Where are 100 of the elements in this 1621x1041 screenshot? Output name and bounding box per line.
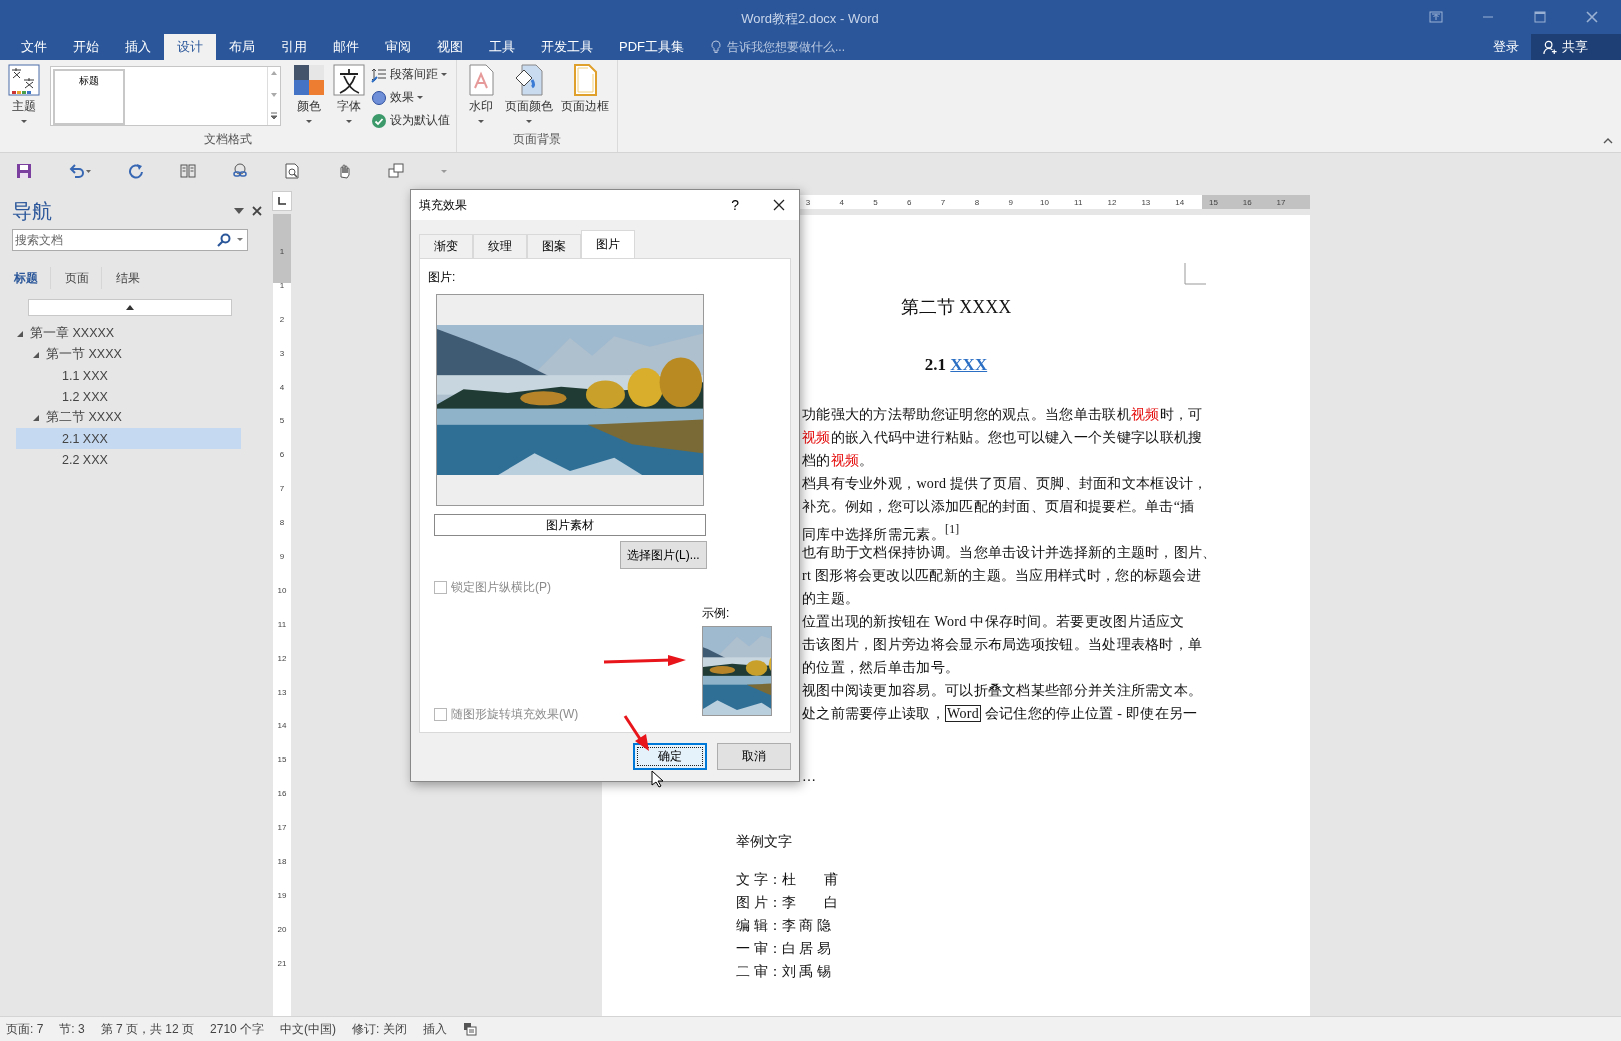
dropdown-icon[interactable]	[234, 206, 244, 216]
collapse-arrow-icon[interactable]	[16, 329, 24, 338]
print-preview-icon[interactable]	[284, 163, 300, 179]
heading-item[interactable]: 1.1 XXX	[16, 365, 241, 386]
pane-tab[interactable]: 标题	[12, 267, 51, 289]
body-text: 视频	[830, 453, 860, 468]
ok-button[interactable]: 确定	[633, 743, 707, 770]
heading-item[interactable]: 第一节 XXXX	[16, 344, 241, 365]
collapse-arrow-icon[interactable]	[32, 413, 40, 422]
ruler-number: 20	[277, 923, 287, 936]
dialog-tab[interactable]: 图片	[581, 230, 635, 258]
body-text: 档的	[802, 453, 831, 468]
redo-icon[interactable]	[128, 163, 144, 179]
ribbon-tab[interactable]: 设计	[164, 34, 216, 60]
status-item[interactable]: 修订: 关闭	[352, 1020, 407, 1038]
group-label: 页面背景	[512, 131, 562, 148]
ribbon-button[interactable]: 主题	[6, 64, 42, 131]
ribbon-small-button[interactable]: 设为默认值	[371, 110, 450, 131]
pane-tab[interactable]: 页面	[63, 267, 102, 289]
select-picture-button[interactable]: 选择图片(L)...	[620, 541, 707, 569]
ribbon-button[interactable]: 颜色	[291, 64, 327, 131]
maximize-icon[interactable]	[1533, 11, 1547, 23]
status-item[interactable]: 页面: 7	[6, 1020, 44, 1038]
customize-icon[interactable]	[440, 167, 448, 175]
credit-line: 一 审：白 居 易	[736, 940, 832, 958]
ruler-number: 7	[939, 197, 947, 207]
ribbon-button[interactable]: 水印	[463, 64, 499, 131]
style-thumbnail[interactable]: 标题	[53, 69, 125, 125]
ribbon-button[interactable]: 页面颜色	[503, 64, 555, 131]
ribbon-tab[interactable]: 开发工具	[528, 34, 606, 60]
caret-icon[interactable]	[237, 238, 243, 242]
search-box[interactable]: 搜索文档	[12, 229, 248, 251]
ruler-number: 9	[279, 551, 285, 563]
tab-stop-button[interactable]	[272, 191, 292, 211]
link-icon[interactable]	[232, 163, 248, 179]
ribbon-tab[interactable]: 文件	[8, 34, 60, 60]
ribbon-button[interactable]: 字体	[331, 64, 367, 131]
ribbon-small-button[interactable]: 效果	[371, 87, 450, 108]
heading-item[interactable]: 第二节 XXXX	[16, 407, 241, 428]
ribbon-tab[interactable]: 引用	[268, 34, 320, 60]
heading-item[interactable]: 2.1 XXX	[16, 428, 241, 449]
dialog-tab[interactable]: 图案	[527, 234, 581, 258]
ruler-number: 14	[1174, 197, 1186, 207]
status-item[interactable]: 插入	[422, 1020, 447, 1038]
columns-icon[interactable]	[180, 163, 196, 179]
ribbon-tab[interactable]: PDF工具集	[606, 34, 697, 60]
close-icon[interactable]	[773, 199, 785, 211]
ribbon-tab[interactable]: 邮件	[320, 34, 372, 60]
save-icon[interactable]	[16, 163, 32, 179]
theme-gallery[interactable]: 标题	[50, 66, 281, 126]
ribbon-small-button[interactable]: 段落间距	[371, 64, 450, 85]
ribbon-tab[interactable]: 布局	[216, 34, 268, 60]
vertical-ruler[interactable]: 1 1 2 3 4 5 6 7 8 9 10 11 12 13 14 15 16 17 18 19 20 21	[273, 214, 291, 1016]
ruler-number: 18	[277, 856, 287, 869]
boxed-word: Word	[945, 705, 981, 722]
ruler-number: 11	[1073, 197, 1084, 207]
body-text: 的位置，然后单击加号。	[802, 660, 960, 675]
ribbon-button[interactable]: 页面边框	[559, 64, 611, 131]
share-button[interactable]: 共享	[1531, 34, 1621, 60]
heading-item[interactable]: 第一章 XXXXX	[16, 323, 241, 344]
heading-item[interactable]: 2.2 XXX	[16, 449, 241, 470]
ribbon-tab[interactable]: 开始	[60, 34, 112, 60]
ribbon-tab[interactable]: 视图	[424, 34, 476, 60]
window-icon[interactable]	[388, 163, 404, 179]
heading-item[interactable]: 1.2 XXX	[16, 386, 241, 407]
heading-link[interactable]: XXX	[950, 355, 988, 374]
ribbon-tab[interactable]: 插入	[112, 34, 164, 60]
body-text: 的主题。	[802, 591, 860, 606]
ruler-number: 11	[277, 618, 287, 631]
macro-recording-icon[interactable]	[462, 1022, 477, 1036]
theme-icon	[8, 64, 40, 96]
up-arrow-icon	[126, 305, 134, 310]
close-icon[interactable]	[252, 206, 262, 216]
body-text: rt 图形将会更改以匹配新的主题。当应用样式时，您的标题会进	[802, 568, 1202, 583]
ribbon-display-icon[interactable]	[1429, 11, 1443, 23]
tell-me-field[interactable]: 告诉我您想要做什么...	[725, 39, 879, 55]
dialog-tab[interactable]: 渐变	[419, 234, 473, 258]
status-item[interactable]: 2710 个字	[210, 1020, 265, 1038]
ruler-number: 5	[872, 197, 879, 207]
ruler-number: 4	[279, 381, 285, 394]
collapse-arrow-icon[interactable]	[32, 350, 40, 359]
search-icon[interactable]	[217, 233, 231, 247]
undo-icon[interactable]	[68, 163, 92, 179]
cancel-button[interactable]: 取消	[717, 743, 791, 770]
body-text: 位置出现的新按钮在 Word 中保存时间。若要更改图片适应文	[802, 614, 1185, 629]
ribbon-tab[interactable]: 工具	[476, 34, 528, 60]
picture-name-field: 图片素材	[434, 514, 706, 536]
status-item[interactable]: 节: 3	[59, 1020, 85, 1038]
ruler-number: 1	[279, 279, 285, 292]
status-item[interactable]: 中文(中国)	[280, 1020, 337, 1038]
collapse-ribbon-icon[interactable]	[1603, 138, 1613, 144]
ribbon-tab[interactable]: 审阅	[372, 34, 424, 60]
ruler-number: 14	[277, 720, 287, 733]
sign-in-link[interactable]: 登录	[1481, 34, 1531, 60]
body-text: 功能强大的方法帮助您证明您的观点。当您单击联机	[802, 407, 1131, 422]
status-item[interactable]: 第 7 页，共 12 页	[100, 1020, 195, 1038]
gallery-scrollbar[interactable]	[267, 67, 280, 125]
ruler-number: 6	[279, 449, 285, 462]
dialog-tab[interactable]: 纹理	[473, 234, 527, 258]
pane-tab[interactable]: 结果	[114, 267, 152, 289]
